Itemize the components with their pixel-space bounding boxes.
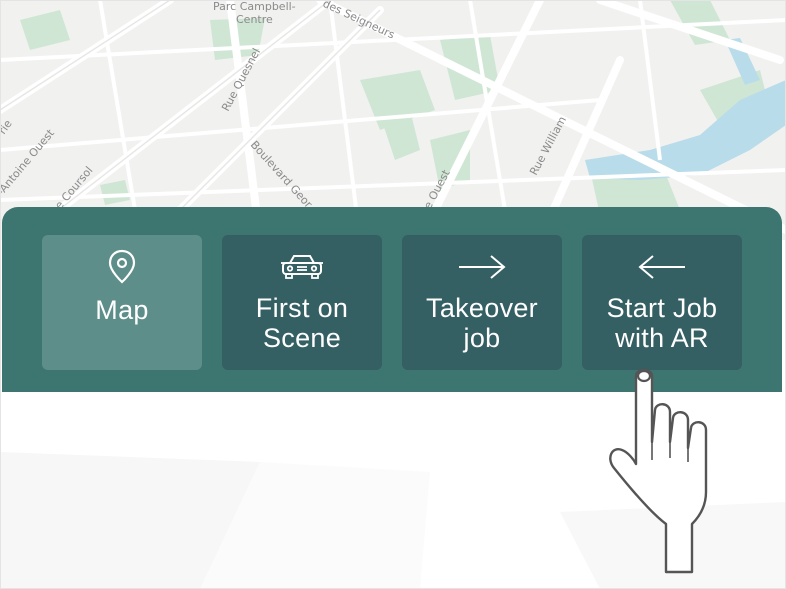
start-job-with-ar-label: Start Job with AR	[582, 293, 742, 353]
map-label-park-2: Centre	[236, 13, 273, 26]
start-job-with-ar-button[interactable]: Start Job with AR	[582, 235, 742, 370]
map-view[interactable]: Parc Campbell- Centre des Seigneurs Rue …	[0, 0, 786, 240]
takeover-job-label-line-1: Takeover	[426, 293, 538, 323]
app-screen: Parc Campbell- Centre des Seigneurs Rue …	[0, 0, 786, 589]
first-on-scene-label-line-2: Scene	[262, 323, 342, 353]
location-pin-icon	[42, 247, 202, 287]
first-on-scene-button[interactable]: First on Scene	[222, 235, 382, 370]
map-button[interactable]: Map	[42, 235, 202, 370]
first-on-scene-label: First on Scene	[222, 293, 382, 353]
takeover-job-label: Takeover job	[402, 293, 562, 353]
pointing-hand-icon	[600, 360, 740, 584]
map-button-label: Map	[95, 295, 149, 325]
map-label-park: Parc Campbell-	[213, 0, 296, 13]
start-job-with-ar-label-line-2: with AR	[615, 323, 709, 353]
arrow-right-icon	[402, 247, 562, 287]
start-job-with-ar-label-line-1: Start Job	[606, 293, 718, 323]
first-on-scene-label-line-1: First on	[255, 293, 349, 323]
car-icon	[222, 247, 382, 287]
takeover-job-button[interactable]: Takeover job	[402, 235, 562, 370]
takeover-job-label-line-2: job	[463, 323, 501, 353]
arrow-left-icon	[582, 247, 742, 287]
street-map: Parc Campbell- Centre des Seigneurs Rue …	[0, 0, 786, 240]
